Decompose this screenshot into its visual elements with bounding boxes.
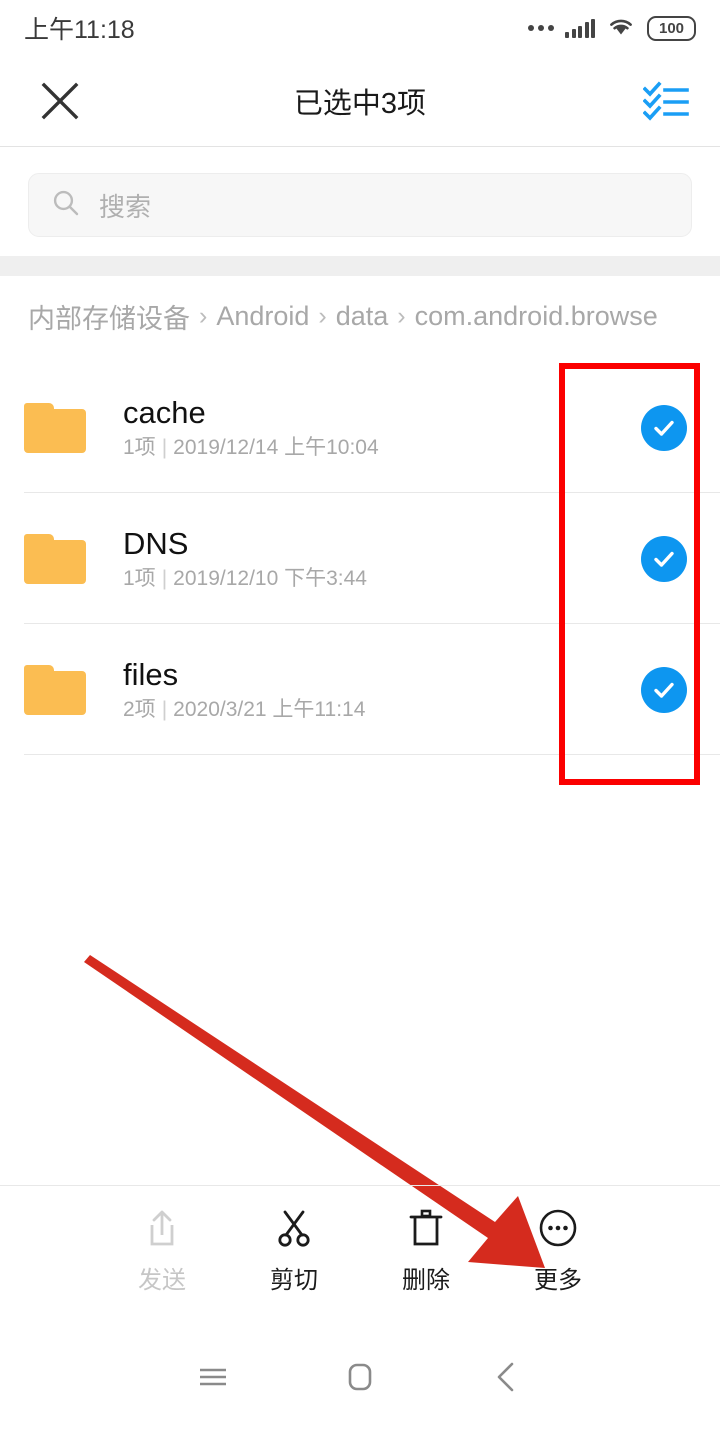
breadcrumb-separator: › xyxy=(199,301,208,330)
file-meta: 2项 | 2020/3/21 上午11:14 xyxy=(123,699,365,720)
signal-bars-icon xyxy=(565,18,595,38)
wifi-icon xyxy=(606,14,636,43)
battery-level: 100 xyxy=(658,19,685,37)
modified-date: 2019/12/14 上午10:04 xyxy=(173,436,379,459)
cut-button[interactable]: 剪切 xyxy=(250,1206,338,1293)
item-count: 1项 xyxy=(123,436,156,459)
status-icons: 100 xyxy=(528,14,696,43)
more-label: 更多 xyxy=(534,1267,582,1294)
more-ellipsis-icon xyxy=(536,1206,580,1255)
action-toolbar: 发送 剪切 删除 更多 xyxy=(0,1185,720,1313)
file-name: cache xyxy=(123,395,206,430)
folder-icon xyxy=(24,664,86,715)
close-icon[interactable] xyxy=(28,69,92,133)
row-text: cache 1项 | 2019/12/14 上午10:04 xyxy=(123,397,379,458)
file-meta: 1项 | 2019/12/10 下午3:44 xyxy=(123,568,367,589)
breadcrumb-separator: › xyxy=(318,301,327,330)
page-title: 已选中3项 xyxy=(293,88,427,120)
battery-icon: 100 xyxy=(647,15,696,41)
item-count: 2项 xyxy=(123,698,156,721)
search-input[interactable]: 搜索 xyxy=(28,173,692,237)
breadcrumb-item-3[interactable]: com.android.browse xyxy=(415,301,658,332)
folder-icon xyxy=(24,533,86,584)
more-button[interactable]: 更多 xyxy=(514,1206,602,1293)
breadcrumb-item-1[interactable]: Android xyxy=(216,301,309,332)
breadcrumb-item-0[interactable]: 内部存储设备 xyxy=(28,297,190,336)
phone-screen: 上午11:18 100 已选中3项 搜索 内部存储设备 › Android › … xyxy=(0,0,720,1440)
table-row[interactable]: DNS 1项 | 2019/12/10 下午3:44 xyxy=(0,493,720,624)
system-nav-bar xyxy=(0,1314,720,1440)
item-count: 1项 xyxy=(123,567,156,590)
header-divider xyxy=(0,146,720,147)
breadcrumb-separator: › xyxy=(397,301,406,330)
modified-date: 2020/3/21 上午11:14 xyxy=(173,698,366,721)
section-divider-strip xyxy=(0,256,720,276)
three-dots-icon xyxy=(528,25,554,31)
file-list: cache 1项 | 2019/12/14 上午10:04 DNS 1项 | 2019/… xyxy=(0,362,720,755)
folder-icon xyxy=(24,402,86,453)
meta-separator: | xyxy=(161,698,168,721)
table-row[interactable]: files 2项 | 2020/3/21 上午11:14 xyxy=(0,624,720,755)
send-label: 发送 xyxy=(138,1267,186,1294)
back-chevron-icon[interactable] xyxy=(471,1341,543,1413)
app-bar: 已选中3项 xyxy=(0,56,720,146)
file-meta: 1项 | 2019/12/14 上午10:04 xyxy=(123,437,379,458)
delete-button[interactable]: 删除 xyxy=(382,1206,470,1293)
table-row[interactable]: cache 1项 | 2019/12/14 上午10:04 xyxy=(0,362,720,493)
row-text: files 2项 | 2020/3/21 上午11:14 xyxy=(123,659,365,720)
breadcrumb: 内部存储设备 › Android › data › com.android.br… xyxy=(0,276,720,356)
meta-separator: | xyxy=(161,567,168,590)
status-time: 上午11:18 xyxy=(24,16,135,44)
row-text: DNS 1项 | 2019/12/10 下午3:44 xyxy=(123,528,367,589)
breadcrumb-item-2[interactable]: data xyxy=(336,301,389,332)
status-bar: 上午11:18 100 xyxy=(0,0,720,56)
search-placeholder: 搜索 xyxy=(99,191,152,222)
trash-icon xyxy=(404,1206,448,1255)
delete-label: 删除 xyxy=(402,1267,450,1294)
search-icon xyxy=(51,188,81,223)
cut-label: 剪切 xyxy=(270,1267,318,1294)
row-divider xyxy=(24,754,720,755)
checkbox-checked-icon[interactable] xyxy=(641,666,687,713)
checkbox-checked-icon[interactable] xyxy=(641,404,687,451)
select-all-icon[interactable] xyxy=(634,69,698,133)
file-name: DNS xyxy=(123,526,189,561)
checkbox-checked-icon[interactable] xyxy=(641,535,687,582)
menu-hamburger-icon[interactable] xyxy=(177,1341,249,1413)
modified-date: 2019/12/10 下午3:44 xyxy=(173,567,367,590)
home-square-icon[interactable] xyxy=(324,1341,396,1413)
meta-separator: | xyxy=(161,436,168,459)
scissors-icon xyxy=(272,1206,316,1255)
share-upload-icon xyxy=(140,1206,184,1255)
send-button[interactable]: 发送 xyxy=(118,1206,206,1293)
file-name: files xyxy=(123,657,179,692)
